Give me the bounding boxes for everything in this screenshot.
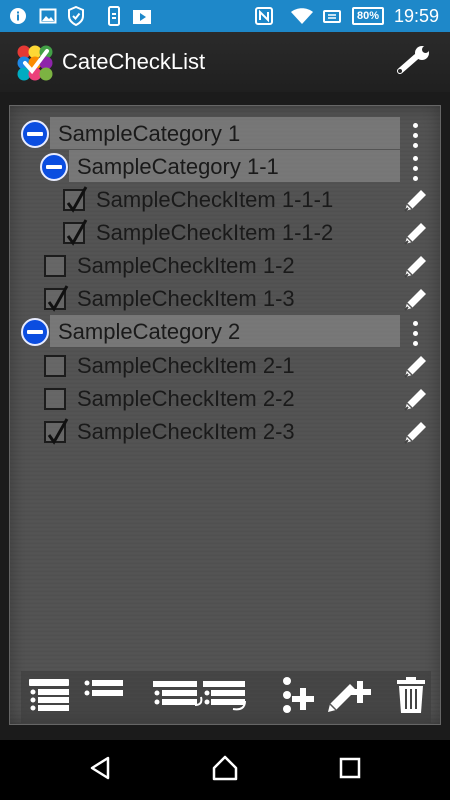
delete-button[interactable] — [393, 675, 429, 719]
add-category-button[interactable] — [277, 675, 317, 719]
recents-button[interactable] — [332, 752, 368, 788]
item-checkbox[interactable] — [63, 219, 88, 246]
collapse-category-button[interactable] — [40, 153, 68, 181]
move-items-button[interactable] — [147, 675, 251, 719]
add-item-button[interactable] — [323, 675, 373, 719]
item-checkbox[interactable] — [44, 388, 66, 410]
category-menu-button[interactable] — [407, 153, 423, 183]
edit-item-button[interactable] — [402, 186, 430, 214]
phone-transfer-icon — [104, 6, 124, 26]
list-item[interactable]: SampleCheckItem 1-1-1 — [10, 180, 442, 214]
category-label: SampleCategory 1-1 — [77, 154, 279, 179]
category-row[interactable]: SampleCategory 2 — [10, 312, 442, 348]
list-item[interactable]: SampleCheckItem 1-3 — [10, 279, 442, 313]
app-bar: CateCheckList — [0, 32, 450, 92]
edit-item-button[interactable] — [402, 219, 430, 247]
item-checkbox[interactable] — [44, 285, 69, 312]
item-label: SampleCheckItem 2-2 — [77, 386, 295, 411]
settings-button[interactable] — [394, 44, 434, 80]
list-item[interactable]: SampleCheckItem 1-1-2 — [10, 213, 442, 247]
category-row[interactable]: SampleCategory 1-1 — [10, 147, 442, 183]
collapse-all-button[interactable] — [79, 675, 129, 719]
edit-item-button[interactable] — [402, 352, 430, 380]
item-label: SampleCheckItem 2-3 — [77, 419, 295, 444]
recents-icon — [338, 756, 362, 784]
battery-icon: 80% — [352, 7, 384, 25]
add-category-icon — [280, 675, 314, 719]
item-checkbox[interactable] — [44, 418, 69, 445]
move-items-icon — [149, 675, 249, 719]
edit-item-button[interactable] — [402, 285, 430, 313]
category-label: SampleCategory 2 — [58, 319, 241, 344]
item-checkbox[interactable] — [63, 186, 88, 213]
nfc-icon — [254, 6, 274, 26]
collapse-category-button[interactable] — [21, 318, 49, 346]
back-icon — [87, 755, 113, 785]
category-label: SampleCategory 1 — [58, 121, 241, 146]
expand-all-icon — [27, 677, 73, 717]
home-button[interactable] — [207, 752, 243, 788]
home-icon — [211, 754, 239, 786]
navigation-bar — [0, 740, 450, 800]
item-label: SampleCheckItem 2-1 — [77, 353, 295, 378]
mute-icon — [322, 6, 342, 26]
category-menu-button[interactable] — [407, 318, 423, 348]
category-menu-button[interactable] — [407, 120, 423, 150]
item-label: SampleCheckItem 1-3 — [77, 286, 295, 311]
item-label: SampleCheckItem 1-1-1 — [96, 187, 334, 212]
edit-item-button[interactable] — [402, 252, 430, 280]
collapse-category-button[interactable] — [21, 120, 49, 148]
media-icon — [132, 6, 152, 26]
list-item[interactable]: SampleCheckItem 2-1 — [10, 346, 442, 380]
edit-item-button[interactable] — [402, 385, 430, 413]
clock: 19:59 — [394, 6, 440, 26]
info-icon — [8, 6, 28, 26]
status-bar: 80% 19:59 — [0, 0, 450, 32]
bottom-toolbar — [21, 671, 431, 723]
list-item[interactable]: SampleCheckItem 1-2 — [10, 246, 442, 280]
add-item-icon — [325, 675, 371, 719]
collapse-all-icon — [81, 677, 127, 717]
back-button[interactable] — [82, 752, 118, 788]
image-icon — [38, 6, 58, 26]
category-row[interactable]: SampleCategory 1 — [10, 114, 442, 150]
edit-item-button[interactable] — [402, 418, 430, 446]
expand-all-button[interactable] — [25, 675, 75, 719]
list-item[interactable]: SampleCheckItem 2-3 — [10, 412, 442, 446]
wrench-icon — [396, 45, 432, 79]
item-label: SampleCheckItem 1-2 — [77, 253, 295, 278]
app-logo-icon — [16, 44, 54, 82]
item-checkbox[interactable] — [44, 255, 66, 277]
pencil-icon — [402, 422, 430, 450]
shield-icon — [66, 6, 86, 26]
wifi-icon — [290, 6, 314, 26]
list-item[interactable]: SampleCheckItem 2-2 — [10, 379, 442, 413]
app-title: CateCheckList — [62, 49, 206, 74]
item-label: SampleCheckItem 1-1-2 — [96, 220, 334, 245]
checklist-panel: SampleCategory 1 SampleCategory 1-1 Samp… — [9, 105, 441, 725]
item-checkbox[interactable] — [44, 355, 66, 377]
trash-icon — [395, 676, 427, 718]
